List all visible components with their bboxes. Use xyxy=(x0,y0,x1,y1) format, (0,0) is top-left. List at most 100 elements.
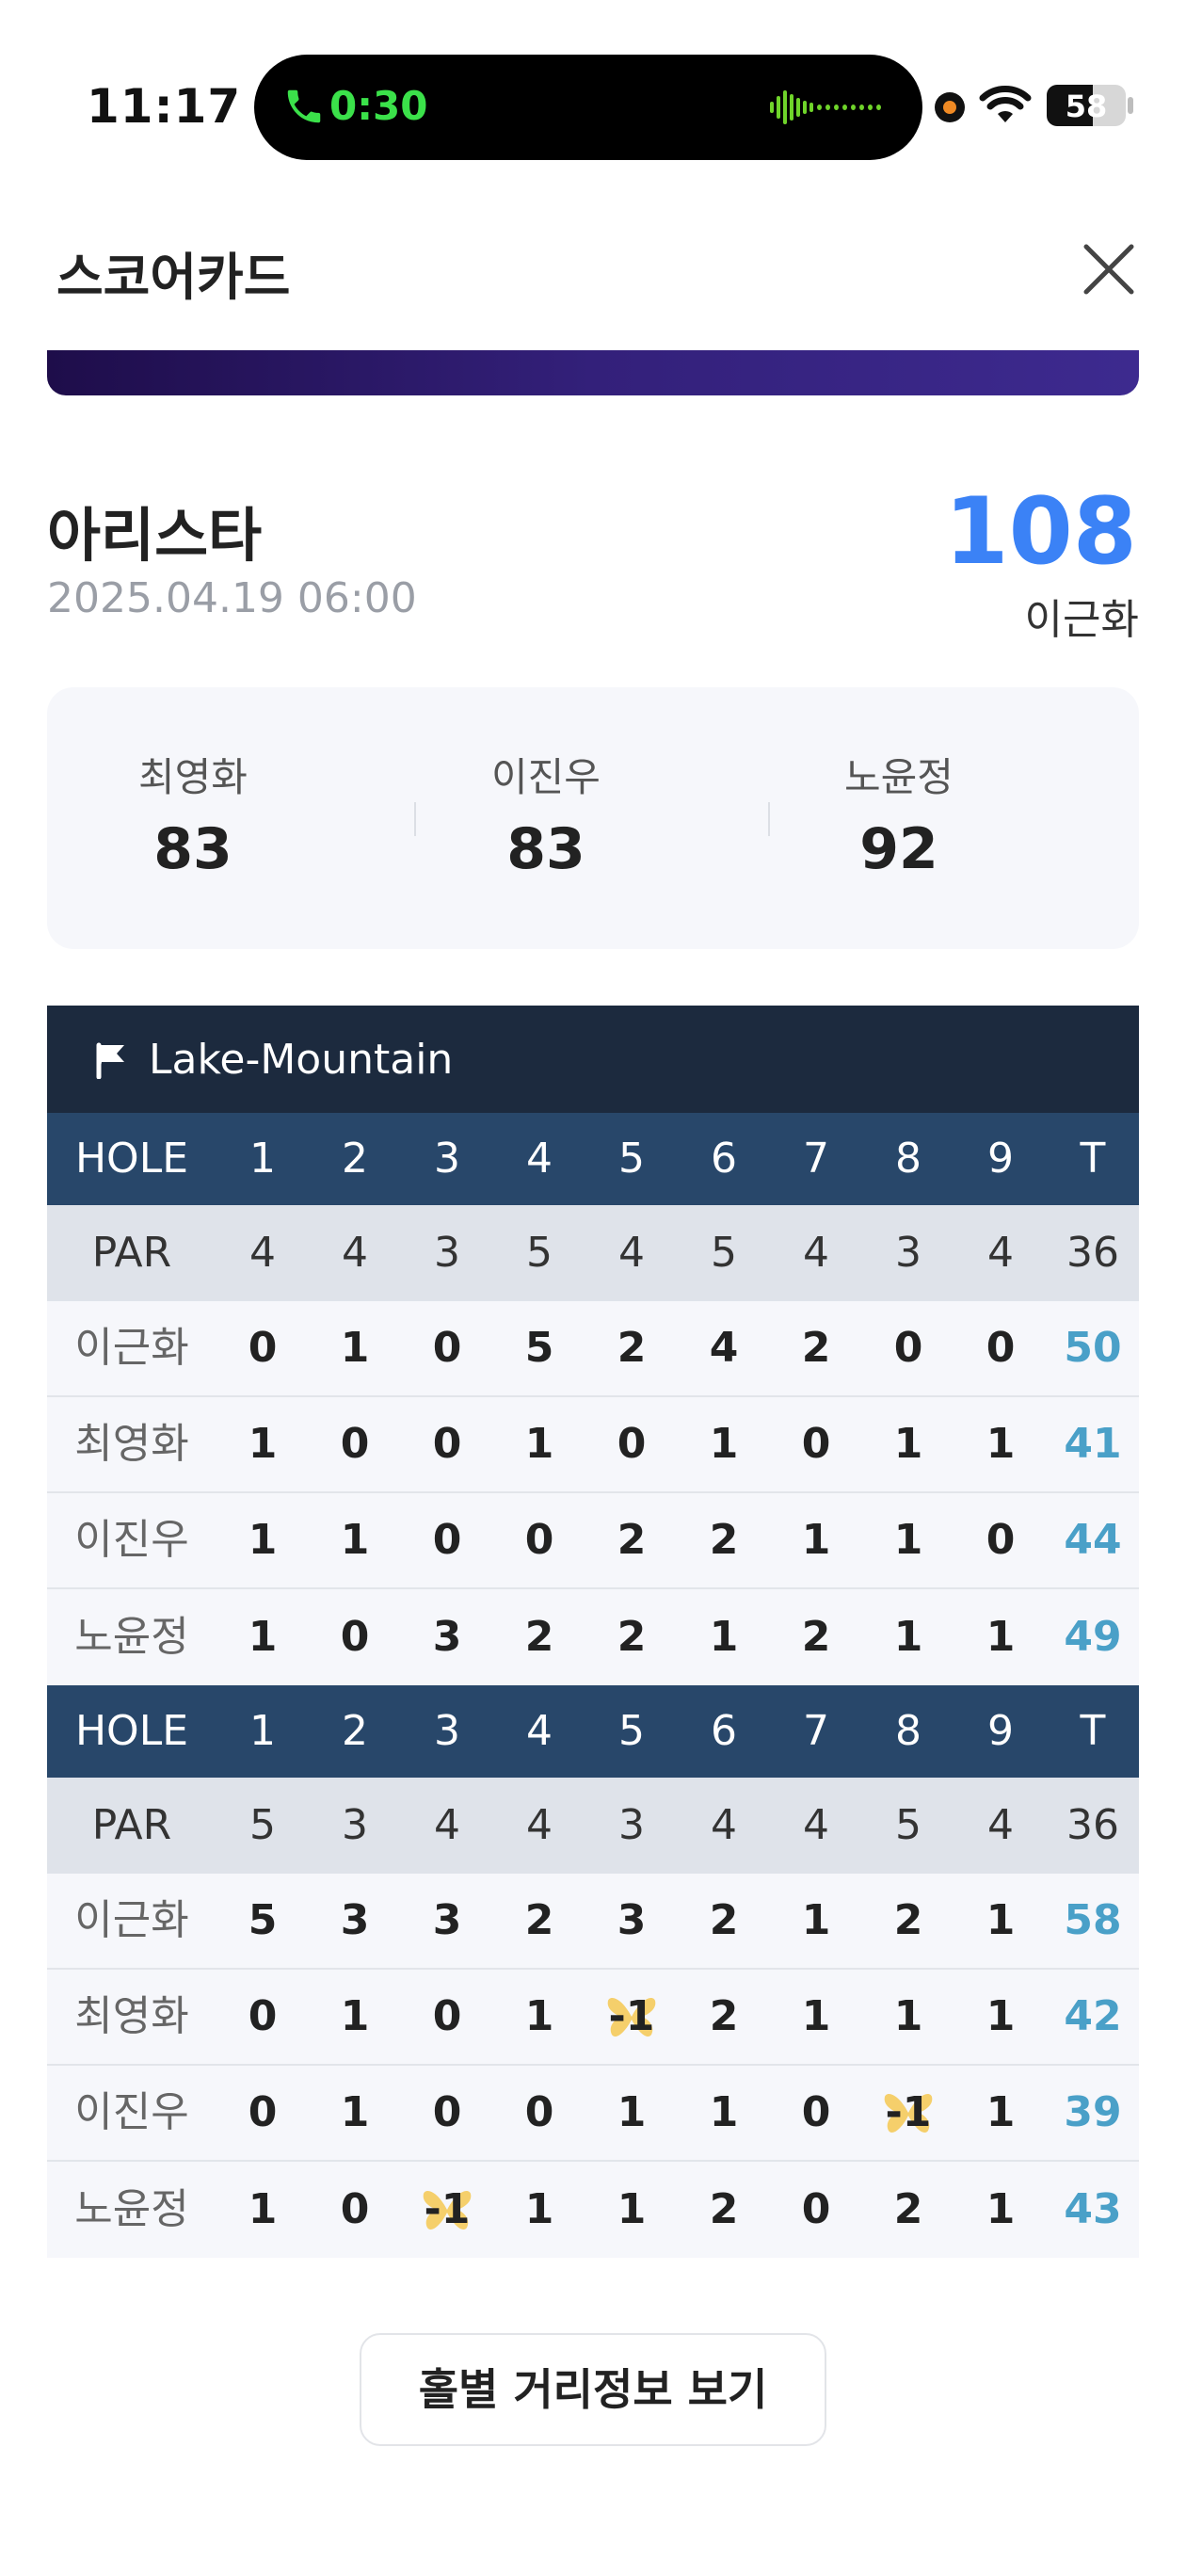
hole-score: 3 xyxy=(340,1896,370,1944)
player-total: 42 xyxy=(1064,1992,1122,2040)
audio-waveform-icon xyxy=(770,90,881,124)
par-value: 4 xyxy=(711,1801,737,1849)
course-section-name: Lake-Mountain xyxy=(149,1036,454,1084)
hole-score: 1 xyxy=(709,2088,739,2136)
hole-score: 0 xyxy=(248,2088,278,2136)
hole-number: 4 xyxy=(526,1135,553,1183)
score-rows: HOLE 1 2 3 4 5 6 7 8 9 T PAR 4 4 3 5 4 5 4 3 4 36 이근화 0 1 0 5 2 4 2 0 0… xyxy=(47,1113,1139,2258)
hole-score: 1 xyxy=(248,2185,278,2233)
par-value: 4 xyxy=(526,1801,553,1849)
par-value: 4 xyxy=(618,1229,645,1277)
divider xyxy=(414,802,416,836)
par-value: 5 xyxy=(249,1801,276,1849)
player-name: 노윤정 xyxy=(74,2185,189,2233)
hole-number-row: HOLE 1 2 3 4 5 6 7 8 9 T xyxy=(47,1685,1139,1778)
player-total: 41 xyxy=(1064,1420,1122,1468)
hole-score: 0 xyxy=(340,2185,370,2233)
player-name: 이진우 xyxy=(74,1516,189,1564)
hole-score: -1 xyxy=(862,2065,954,2161)
dynamic-island[interactable]: 0:30 xyxy=(254,55,922,160)
hole-number: 9 xyxy=(987,1707,1014,1755)
companion-score: 92 xyxy=(859,816,938,882)
hole-number: 1 xyxy=(249,1707,276,1755)
hole-score: 2 xyxy=(617,1324,647,1372)
course-banner-image xyxy=(47,350,1139,395)
hole-score: 1 xyxy=(986,2185,1016,2233)
hole-number: 7 xyxy=(803,1135,829,1183)
par-value: 3 xyxy=(618,1801,645,1849)
hole-score: 0 xyxy=(801,2088,831,2136)
hole-score: 2 xyxy=(524,1613,554,1661)
page-header: 스코어카드 xyxy=(0,217,1186,330)
player-total: 50 xyxy=(1064,1324,1122,1372)
companion-card: 최영화 83 xyxy=(80,746,306,882)
hole-score: 1 xyxy=(893,1516,923,1564)
hole-score: 0 xyxy=(432,1516,462,1564)
hole-number: 5 xyxy=(618,1707,645,1755)
hole-score: 5 xyxy=(524,1324,554,1372)
player-score-row: 최영화 1 0 0 1 0 1 0 1 1 41 xyxy=(47,1397,1139,1493)
scorecard-table: Lake-Mountain HOLE 1 2 3 4 5 6 7 8 9 T PAR 4 4 3 5 4 5 4 3 4… xyxy=(47,1006,1139,2258)
hole-distance-info-button[interactable]: 홀별 거리정보 보기 xyxy=(360,2333,826,2446)
hole-score: 2 xyxy=(617,1516,647,1564)
hole-score-text: -1 xyxy=(424,2185,471,2233)
player-score-row: 이근화 5 3 3 2 3 2 1 2 1 58 xyxy=(47,1874,1139,1970)
hole-score: 0 xyxy=(986,1324,1016,1372)
page-title: 스코어카드 xyxy=(56,248,291,307)
battery-tip xyxy=(1128,97,1133,114)
companion-card: 이진우 83 xyxy=(433,746,659,882)
hole-score: 1 xyxy=(893,1992,923,2040)
companion-name: 이진우 xyxy=(491,754,601,800)
par-total: 36 xyxy=(1066,1801,1119,1849)
companion-scores: 최영화 83 이진우 83 노윤정 92 xyxy=(47,687,1139,949)
hole-score: 0 xyxy=(432,1324,462,1372)
companion-name: 최영화 xyxy=(138,754,248,800)
hole-label: HOLE xyxy=(74,1707,189,1755)
course-section-header: Lake-Mountain xyxy=(47,1006,1139,1113)
wifi-icon xyxy=(979,86,1032,122)
hole-score: 2 xyxy=(801,1324,831,1372)
par-value: 4 xyxy=(803,1229,829,1277)
hole-score: 0 xyxy=(617,1420,647,1468)
round-datetime: 2025.04.19 06:00 xyxy=(47,574,417,622)
status-time: 11:17 xyxy=(87,79,242,134)
par-value: 4 xyxy=(803,1801,829,1849)
par-value: 4 xyxy=(249,1229,276,1277)
total-label: T xyxy=(1080,1707,1106,1755)
hole-score: 0 xyxy=(340,1420,370,1468)
my-total-score: 108 xyxy=(944,478,1137,586)
par-value: 3 xyxy=(434,1229,460,1277)
phone-icon xyxy=(287,89,321,123)
hole-score: 1 xyxy=(986,1992,1016,2040)
hole-score: 2 xyxy=(801,1613,831,1661)
hole-score: 1 xyxy=(986,1613,1016,1661)
hole-score: 2 xyxy=(709,1516,739,1564)
player-score-row: 이진우 1 1 0 0 2 2 1 1 0 44 xyxy=(47,1493,1139,1589)
par-row: PAR 4 4 3 5 4 5 4 3 4 36 xyxy=(47,1205,1139,1301)
hole-score: 0 xyxy=(801,2185,831,2233)
hole-score: 5 xyxy=(248,1896,278,1944)
hole-score: 0 xyxy=(432,1420,462,1468)
hole-number-row: HOLE 1 2 3 4 5 6 7 8 9 T xyxy=(47,1113,1139,1205)
hole-score: 2 xyxy=(617,1613,647,1661)
hole-score: 0 xyxy=(524,2088,554,2136)
hole-score-text: -1 xyxy=(885,2088,932,2136)
hole-score: 1 xyxy=(340,1324,370,1372)
par-value: 3 xyxy=(895,1229,922,1277)
hole-score: 2 xyxy=(709,1896,739,1944)
companion-card: 노윤정 92 xyxy=(786,746,1012,882)
player-total: 58 xyxy=(1064,1896,1122,1944)
hole-score: 3 xyxy=(617,1896,647,1944)
par-value: 4 xyxy=(987,1801,1014,1849)
companion-score: 83 xyxy=(153,816,232,882)
hole-score: 2 xyxy=(524,1896,554,1944)
hole-score: -1 xyxy=(585,1969,678,2065)
hole-score: 1 xyxy=(524,2185,554,2233)
hole-score: 2 xyxy=(709,2185,739,2233)
par-value: 5 xyxy=(895,1801,922,1849)
hole-score: 3 xyxy=(432,1613,462,1661)
player-score-row: 노윤정 1 0 3 2 2 1 2 1 1 49 xyxy=(47,1589,1139,1685)
hole-score: 0 xyxy=(986,1516,1016,1564)
close-icon[interactable] xyxy=(1073,233,1145,305)
hole-score: 2 xyxy=(709,1992,739,2040)
